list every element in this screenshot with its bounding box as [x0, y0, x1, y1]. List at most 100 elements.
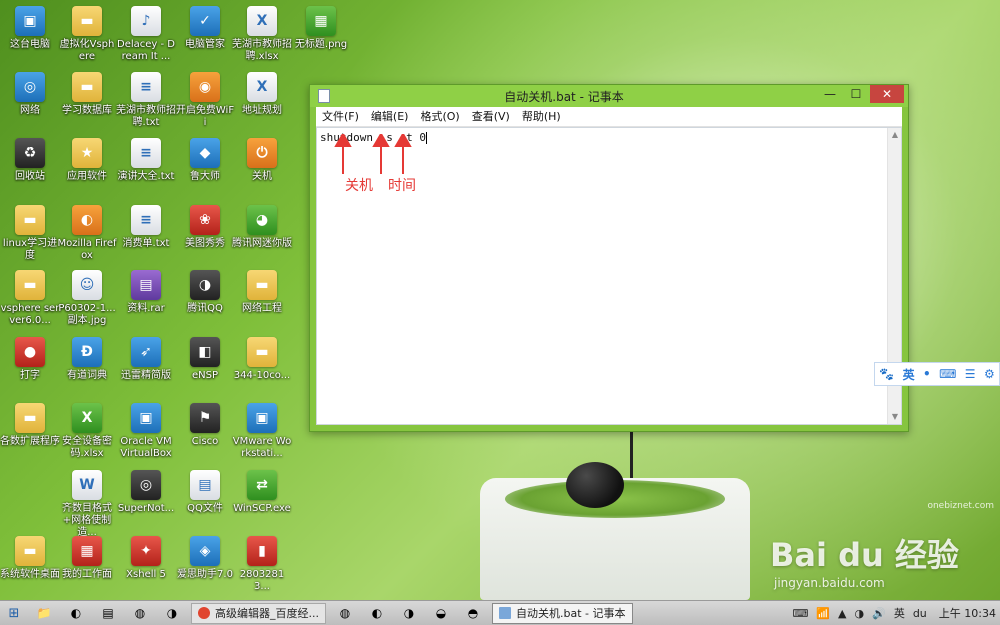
start-button[interactable]: ⊞	[0, 601, 28, 625]
desktop-icon-image: ≡	[131, 138, 161, 168]
ime-menu-icon[interactable]: ☰	[965, 367, 976, 381]
wifi-icon[interactable]: 📶	[816, 607, 830, 620]
baidu-ime-icon[interactable]: du	[913, 607, 927, 620]
desktop-icon[interactable]: ● 打字	[0, 337, 60, 382]
desktop-icon-label: 鲁大师	[190, 171, 220, 182]
desktop-icon[interactable]: ≡ 消费单.txt	[116, 205, 176, 250]
close-button[interactable]: ✕	[870, 85, 904, 103]
desktop-icon[interactable]: ▦ 无标题.png	[291, 6, 351, 51]
desktop-icon[interactable]: ▬ 系统软件桌面	[0, 536, 60, 581]
desktop-icon[interactable]: ◕ 腾讯网迷你版	[232, 205, 292, 250]
desktop-icon[interactable]: ⇄ WinSCP.exe	[232, 470, 292, 515]
desktop-icon-image: ▦	[306, 6, 336, 36]
desktop-icon[interactable]: W 齐数目格式+网格使制造...	[57, 470, 117, 539]
taskbar-task-notepad[interactable]: 自动关机.bat - 记事本	[492, 602, 633, 624]
desktop-icon[interactable]: ◈ 爱思助手7.0	[175, 536, 235, 581]
ime-toolbar[interactable]: 🐾 英 • ⌨ ☰ ⚙	[874, 362, 1000, 386]
qq-tray-icon[interactable]: ◑	[855, 607, 865, 620]
taskbar-pin-4[interactable]: ◍	[127, 603, 153, 624]
desktop-icon[interactable]: ◐ Mozilla Firefox	[57, 205, 117, 262]
desktop-icon-label: 28032813...	[239, 569, 285, 592]
desktop-icon[interactable]: ◎ 网络	[0, 72, 60, 117]
desktop-icon[interactable]: ▣ 这台电脑	[0, 6, 60, 51]
scroll-up-icon[interactable]: ▲	[888, 128, 902, 142]
desktop-icon[interactable]: ≡ 芜湖市教师招聘.txt	[116, 72, 176, 129]
desktop-icon[interactable]: ▮ 28032813...	[232, 536, 292, 593]
wallpaper-stone	[566, 462, 624, 508]
ime-keyboard-icon[interactable]: ⌨	[939, 367, 956, 381]
desktop-icon[interactable]: ⏻ 关机	[232, 138, 292, 183]
desktop-icon[interactable]: ▬ 网络工程	[232, 270, 292, 315]
taskbar-pin-5[interactable]: ◑	[159, 603, 185, 624]
desktop-icon[interactable]: ★ 应用软件	[57, 138, 117, 183]
desktop-icon[interactable]: ⚑ Cisco	[175, 403, 235, 448]
volume-icon[interactable]: 🔊	[872, 607, 886, 620]
desktop-icon-image: ◆	[190, 138, 220, 168]
language-indicator[interactable]: 英	[894, 605, 905, 621]
desktop-icon[interactable]: ☺ P60302-1...副本.jpg	[57, 270, 117, 327]
taskbar-pin-3[interactable]: ▤	[95, 603, 121, 624]
desktop-icon-label: 美图秀秀	[185, 238, 225, 249]
desktop-icon[interactable]: ✓ 电脑管家	[175, 6, 235, 51]
desktop-icon[interactable]: ♻ 回收站	[0, 138, 60, 183]
taskbar-pin-explorer[interactable]: 📁	[31, 603, 57, 624]
desktop-icon[interactable]: ▣ Oracle VM VirtualBox	[116, 403, 176, 460]
desktop-icon-image: ▤	[131, 270, 161, 300]
desktop-icon-label: 腾讯QQ	[187, 303, 223, 314]
ime-settings-icon[interactable]: ⚙	[984, 367, 995, 381]
ime-paw-icon[interactable]: 🐾	[879, 367, 894, 381]
desktop-icon[interactable]: ▤ QQ文件	[175, 470, 235, 515]
desktop-icon[interactable]: Ɖ 有道词典	[57, 337, 117, 382]
desktop-icon[interactable]: ▣ VMware Workstati...	[232, 403, 292, 460]
show-hidden-icons[interactable]: ▲	[838, 607, 846, 620]
desktop-icon-label: 回收站	[15, 171, 45, 182]
desktop-icon[interactable]: ➶ 迅雷精简版	[116, 337, 176, 382]
taskbar-pin-8[interactable]: ◑	[396, 603, 422, 624]
menu-file[interactable]: 文件(F)	[316, 107, 365, 127]
menu-help[interactable]: 帮助(H)	[516, 107, 567, 127]
taskbar-pin-9[interactable]: ◒	[428, 603, 454, 624]
taskbar-task-browser[interactable]: 高级编辑器_百度经...	[191, 602, 326, 624]
taskbar-pin-6[interactable]: ◍	[332, 603, 358, 624]
desktop-icon[interactable]: X 地址规划	[232, 72, 292, 117]
notepad-titlebar[interactable]: 自动关机.bat - 记事本 — ☐ ✕	[310, 85, 908, 107]
desktop-icon[interactable]: X 安全设备密码.xlsx	[57, 403, 117, 460]
menu-format[interactable]: 格式(O)	[414, 107, 465, 127]
desktop-icon[interactable]: ▬ 344-10co...	[232, 337, 292, 382]
desktop-icon[interactable]: ▬ 各数扩展程序	[0, 403, 60, 448]
taskbar-pin-7[interactable]: ◐	[364, 603, 390, 624]
annotation-arrows	[334, 134, 412, 174]
desktop-icon[interactable]: ✦ Xshell 5	[116, 536, 176, 581]
desktop-icon[interactable]: ▦ 我的工作面	[57, 536, 117, 581]
desktop-icon[interactable]: ❀ 美图秀秀	[175, 205, 235, 250]
desktop-icon[interactable]: ◧ eNSP	[175, 337, 235, 382]
desktop-icon[interactable]: ≡ 演讲大全.txt	[116, 138, 176, 183]
desktop-icon[interactable]: ▬ 学习数据库	[57, 72, 117, 117]
desktop-icon-image: ◈	[190, 536, 220, 566]
desktop-icon[interactable]: ▬ 虚拟化Vsphere	[57, 6, 117, 63]
taskbar-pin-10[interactable]: ◓	[460, 603, 486, 624]
desktop-icon-image: ▬	[247, 270, 277, 300]
desktop-icon[interactable]: ◎ SuperNot...	[116, 470, 176, 515]
minimize-button[interactable]: —	[816, 85, 844, 103]
desktop-icon-image: ➶	[131, 337, 161, 367]
menu-view[interactable]: 查看(V)	[466, 107, 516, 127]
desktop-icon[interactable]: ▤ 资料.rar	[116, 270, 176, 315]
keyboard-icon[interactable]: ⌨	[792, 607, 808, 620]
desktop-icon[interactable]: ◉ 开启免费WiFi	[175, 72, 235, 129]
ime-language-toggle[interactable]: 英	[903, 366, 915, 383]
scroll-down-icon[interactable]: ▼	[888, 410, 902, 424]
taskbar-pin-2[interactable]: ◐	[63, 603, 89, 624]
desktop-icon-image: ▬	[247, 337, 277, 367]
desktop-icon[interactable]: X 芜湖市教师招聘.xlsx	[232, 6, 292, 63]
clock[interactable]: 上午 10:34	[939, 605, 996, 621]
maximize-button[interactable]: ☐	[842, 85, 870, 103]
desktop-icon[interactable]: ▬ linux学习进度	[0, 205, 60, 262]
desktop-icon[interactable]: ▬ vsphere server6.0...	[0, 270, 60, 327]
ime-punctuation-icon[interactable]: •	[923, 367, 931, 381]
desktop-icon[interactable]: ♪ Delacey - Dream It ...	[116, 6, 176, 63]
desktop-icon-image: X	[247, 72, 277, 102]
desktop-icon[interactable]: ◆ 鲁大师	[175, 138, 235, 183]
desktop-icon[interactable]: ◑ 腾讯QQ	[175, 270, 235, 315]
menu-edit[interactable]: 编辑(E)	[365, 107, 415, 127]
